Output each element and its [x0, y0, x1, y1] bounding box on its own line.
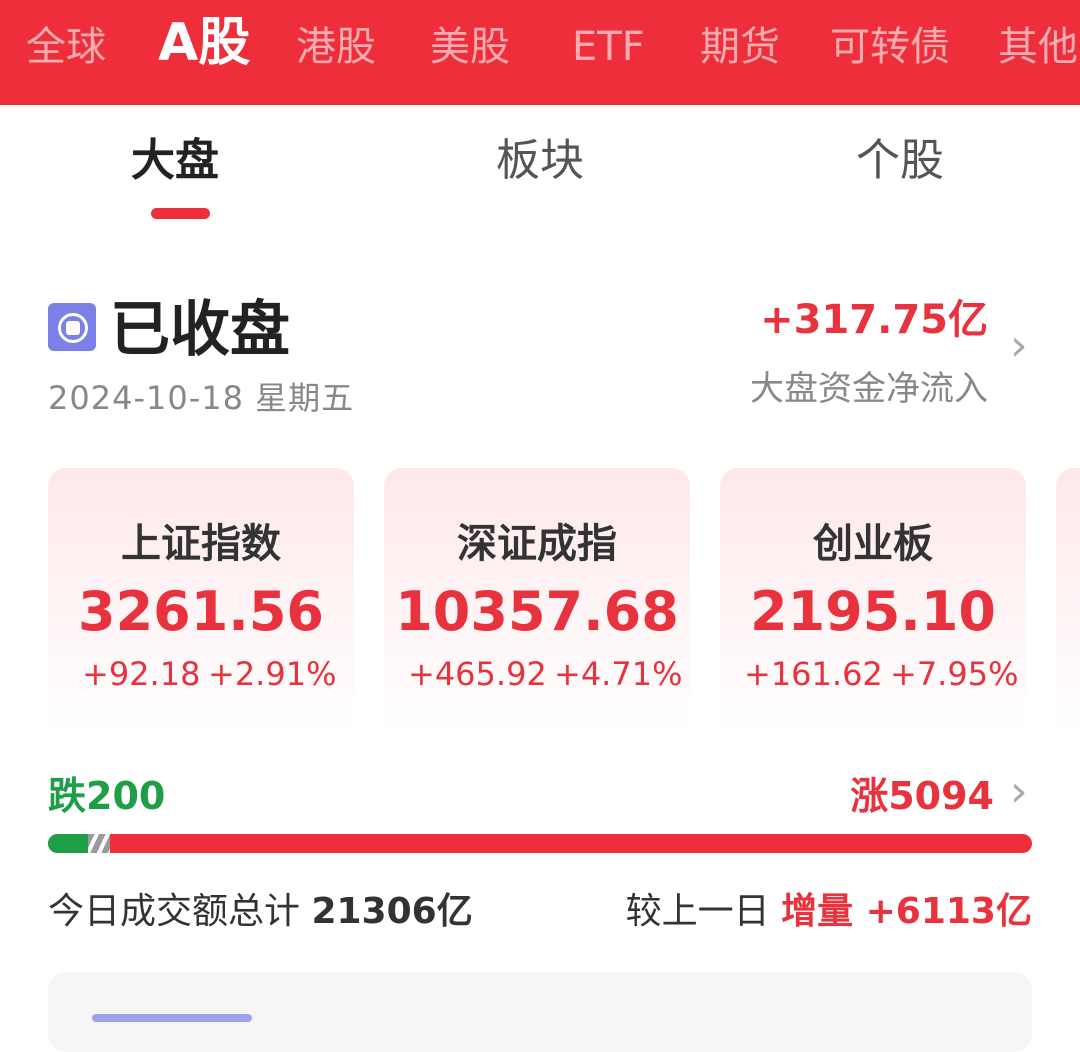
tab-global[interactable]: 全球 — [26, 18, 106, 76]
tab-us-stocks[interactable]: 美股 — [430, 18, 510, 76]
index-name: 深证成指 — [457, 521, 617, 567]
turnover-value: 21306亿 — [311, 891, 473, 932]
decliners-count: 跌200 — [48, 774, 166, 818]
index-name: 上证指数 — [121, 521, 281, 567]
index-change-pct: +7.95% — [890, 655, 1019, 693]
chevron-right-icon[interactable]: › — [1010, 322, 1028, 370]
next-section-card — [48, 972, 1032, 1052]
index-card-shanghai[interactable]: 上证指数 3261.56 +92.18 +2.91% — [48, 468, 354, 734]
index-value: 10357.68 — [395, 580, 679, 643]
compare-type: 增量 — [781, 891, 866, 932]
index-change: +161.62 — [744, 655, 883, 693]
index-card-shenzhen[interactable]: 深证成指 10357.68 +465.92 +4.71% — [384, 468, 690, 734]
index-name: 创业板 — [813, 521, 933, 567]
turnover-compare: 较上一日 增量 +6113亿 — [626, 888, 1032, 936]
advancers-count[interactable]: 涨5094 — [850, 772, 994, 820]
index-change: +92.18 — [82, 655, 201, 693]
compare-label: 较上一日 — [625, 891, 782, 932]
tab-hk-stocks[interactable]: 港股 — [296, 18, 376, 76]
tab-a-shares[interactable]: A股 — [158, 14, 250, 72]
advance-decline-bar — [48, 834, 1032, 853]
flat-segment — [88, 834, 110, 853]
index-change-pct: +4.71% — [554, 655, 683, 693]
active-tab-indicator — [151, 208, 210, 219]
tab-futures[interactable]: 期货 — [700, 18, 780, 76]
tab-convertible-bonds[interactable]: 可转债 — [830, 18, 950, 76]
turnover-total: 今日成交额总计 21306亿 — [48, 888, 473, 936]
market-tab-bar: 全球 A股 港股 美股 ETF 期货 可转债 其他 — [0, 0, 1080, 105]
market-status-title: 已收盘 — [110, 295, 290, 365]
tab-sectors[interactable]: 板块 — [496, 133, 584, 189]
section-header-chip — [92, 1014, 252, 1022]
index-change: +465.92 — [408, 655, 547, 693]
tab-etf[interactable]: ETF — [572, 18, 645, 76]
chevron-right-icon[interactable]: › — [1010, 768, 1028, 816]
index-card-chinext[interactable]: 创业板 2195.10 +161.62 +7.95% — [720, 468, 1026, 734]
net-inflow-value[interactable]: +317.75亿 — [760, 294, 988, 346]
decline-segment — [48, 834, 88, 853]
tab-stocks[interactable]: 个股 — [856, 133, 944, 189]
index-value: 3261.56 — [78, 580, 324, 643]
tab-other[interactable]: 其他 — [998, 18, 1078, 76]
trade-date: 2024-10-18 星期五 — [48, 379, 355, 417]
market-closed-icon — [48, 303, 96, 351]
tab-market-overview[interactable]: 大盘 — [131, 133, 219, 189]
index-change-pct: +2.91% — [208, 655, 337, 693]
turnover-label: 今日成交额总计 — [48, 891, 312, 932]
compare-value: +6113亿 — [865, 891, 1032, 932]
net-inflow-label[interactable]: 大盘资金净流入 — [750, 366, 988, 412]
index-value: 2195.10 — [750, 580, 996, 643]
index-card-partial[interactable] — [1056, 468, 1080, 734]
